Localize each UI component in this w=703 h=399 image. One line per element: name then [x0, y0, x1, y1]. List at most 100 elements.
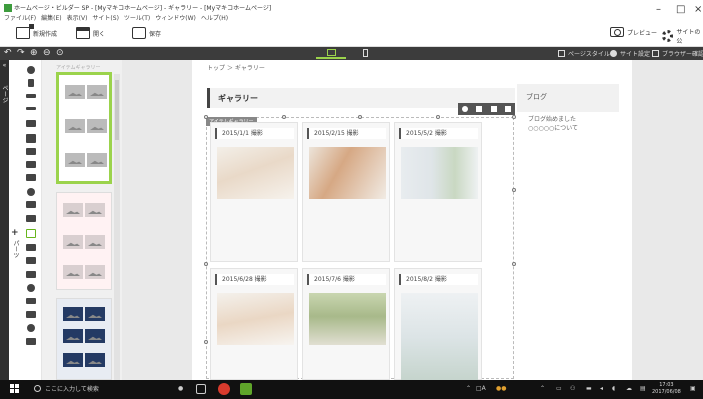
- save-button[interactable]: 保存: [132, 27, 161, 39]
- display-icon[interactable]: ▭: [556, 385, 562, 392]
- text-image-part-icon[interactable]: [26, 134, 36, 143]
- close-button[interactable]: ×: [694, 4, 702, 15]
- volume-icon[interactable]: ◂: [600, 385, 603, 392]
- restore-button[interactable]: □: [676, 4, 685, 15]
- tray-app-icon[interactable]: ●●: [496, 385, 506, 392]
- blog-entry[interactable]: ブログ始めました: [528, 115, 578, 124]
- resize-handle-tl[interactable]: [204, 115, 208, 119]
- columns-part-icon[interactable]: [26, 161, 36, 168]
- layout-icon[interactable]: [476, 106, 483, 112]
- pc-view-tab[interactable]: [316, 48, 346, 59]
- gallery-card[interactable]: 2015/2/15 撮影: [302, 122, 390, 262]
- cart-icon[interactable]: [26, 298, 36, 304]
- redo-icon[interactable]: ↷: [17, 48, 25, 58]
- header-part-icon[interactable]: [26, 94, 36, 98]
- blog-entry[interactable]: ○○○○○について: [528, 124, 578, 133]
- site-settings-button[interactable]: サイト設定: [610, 49, 650, 58]
- resize-handle-top[interactable]: [358, 115, 362, 119]
- trash-icon[interactable]: [504, 106, 511, 112]
- action-center-icon[interactable]: ▣: [690, 385, 696, 392]
- table-part-icon[interactable]: [26, 174, 36, 181]
- menu-lines-icon[interactable]: [28, 79, 34, 87]
- battery-icon[interactable]: ▬: [586, 385, 592, 392]
- chat-icon[interactable]: [27, 324, 35, 332]
- resize-handle-tr[interactable]: [512, 115, 516, 119]
- taskbar-clock[interactable]: 17:03 2017/06/08: [652, 382, 681, 396]
- start-button[interactable]: [10, 384, 20, 394]
- keyboard-icon[interactable]: ▤: [640, 385, 646, 392]
- list-part-icon[interactable]: [26, 148, 36, 155]
- grid-part-icon[interactable]: [26, 215, 36, 222]
- map-pin-icon[interactable]: [26, 271, 36, 278]
- ime-icon[interactable]: □A: [476, 385, 486, 392]
- site-publish-button[interactable]: サイトの公: [662, 27, 703, 45]
- video-icon[interactable]: [26, 338, 36, 345]
- menu-help[interactable]: ヘルプ(H): [201, 13, 228, 22]
- settings-gear-icon[interactable]: [462, 106, 469, 112]
- help-icon[interactable]: [27, 284, 35, 292]
- gallery-card[interactable]: 2015/6/28 撮影: [210, 268, 298, 380]
- blog-heading-block[interactable]: ブログ: [517, 84, 619, 112]
- browser-app-icon[interactable]: [218, 383, 230, 395]
- menu-view[interactable]: 表示(V): [67, 13, 88, 22]
- twitter-icon[interactable]: [26, 311, 36, 318]
- homepage-builder-app-icon[interactable]: [240, 383, 252, 395]
- page-panel-tab[interactable]: ページ: [1, 74, 8, 114]
- thumb-scroll-thumb[interactable]: [115, 80, 119, 140]
- task-view-icon[interactable]: [196, 384, 206, 394]
- menu-tools[interactable]: ツール(T): [124, 13, 150, 22]
- breadcrumb[interactable]: トップ ＞ ギャラリー: [207, 63, 265, 72]
- parts-panel-tab[interactable]: パーツ: [11, 240, 20, 258]
- menu-window[interactable]: ウィンドウ(W): [155, 13, 196, 22]
- copy-part-icon[interactable]: [26, 257, 36, 264]
- speaker-icon[interactable]: ◖: [612, 385, 615, 392]
- open-icon: [76, 27, 90, 39]
- new-button[interactable]: 新規作成: [16, 24, 57, 39]
- smartphone-icon: [362, 49, 368, 57]
- menu-edit[interactable]: 編集(E): [41, 13, 61, 22]
- resize-handle-top[interactable]: [282, 115, 286, 119]
- photo-part-icon[interactable]: [26, 201, 36, 208]
- gallery-part-icon[interactable]: [26, 229, 36, 238]
- menu-site[interactable]: サイト(S): [92, 13, 119, 22]
- gallery-card[interactable]: 2015/5/2 撮影: [394, 122, 482, 262]
- divider-part-icon[interactable]: [26, 107, 36, 110]
- card-date: 2015/5/2 撮影: [399, 128, 478, 139]
- notification-up-icon[interactable]: ⌃: [540, 385, 545, 392]
- resize-handle-right[interactable]: [512, 262, 516, 266]
- contact-part-icon[interactable]: [26, 244, 36, 251]
- open-button[interactable]: 開く: [76, 27, 105, 39]
- preview-button[interactable]: プレビュー: [610, 27, 657, 37]
- network-icon[interactable]: ⚇: [570, 385, 575, 392]
- menu-file[interactable]: ファイル(F): [4, 13, 36, 22]
- zoom-in-icon[interactable]: ⊕: [30, 48, 38, 58]
- check-icon[interactable]: [27, 188, 35, 196]
- thumbnail-navy-gallery[interactable]: [56, 298, 112, 380]
- page-style-button[interactable]: ページスタイル: [558, 49, 610, 58]
- zoom-fit-icon[interactable]: ⊙: [56, 48, 64, 58]
- card-date: 2015/6/28 撮影: [215, 274, 294, 285]
- taskbar-search[interactable]: ここに入力して検索: [34, 384, 99, 393]
- info-icon[interactable]: [27, 66, 35, 74]
- thumbnail-pink-gallery[interactable]: [56, 192, 112, 290]
- browser-check-button[interactable]: ブラウザー確認: [652, 49, 703, 58]
- gallery-card[interactable]: 2015/1/1 撮影: [210, 122, 298, 262]
- collapse-chevron-icon[interactable]: «: [1, 62, 8, 70]
- resize-handle-top[interactable]: [436, 115, 440, 119]
- gallery-card[interactable]: 2015/7/6 撮影: [302, 268, 390, 380]
- zoom-out-icon[interactable]: ⊖: [43, 48, 51, 58]
- resize-handle-left[interactable]: [204, 262, 208, 266]
- thumbnail-gray-gallery[interactable]: [56, 72, 112, 184]
- smartphone-view-tab[interactable]: [350, 48, 380, 59]
- resize-handle-right[interactable]: [512, 188, 516, 192]
- tray-chevron-icon[interactable]: ⌃: [466, 385, 471, 392]
- minimize-button[interactable]: –: [656, 4, 661, 15]
- undo-icon[interactable]: ↶: [4, 48, 12, 58]
- image-part-icon[interactable]: [26, 120, 36, 127]
- cloud-icon[interactable]: ☁: [626, 385, 632, 392]
- gallery-card[interactable]: 2015/8/2 撮影: [394, 268, 482, 381]
- add-parts-button[interactable]: +: [11, 228, 19, 238]
- mic-icon[interactable]: ●: [178, 385, 183, 392]
- resize-handle-left[interactable]: [204, 340, 208, 344]
- style-icon[interactable]: [490, 106, 497, 112]
